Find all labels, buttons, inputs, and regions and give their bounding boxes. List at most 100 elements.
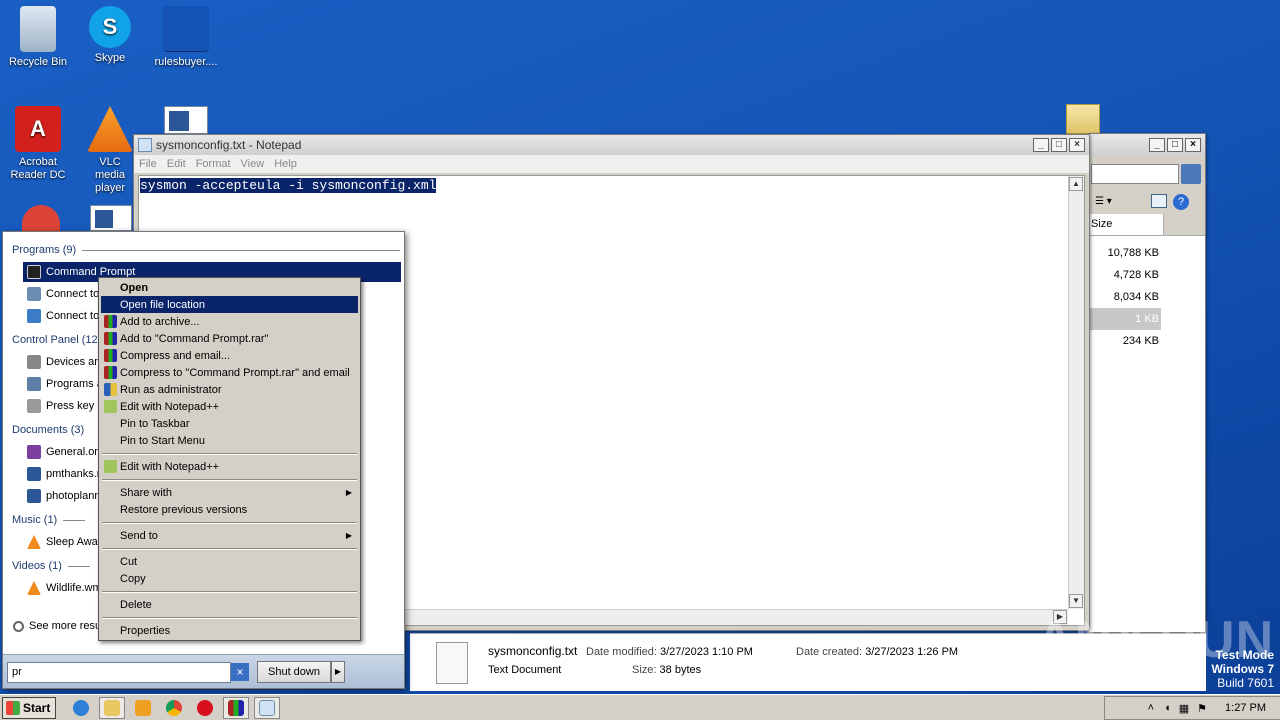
result-programs[interactable]: Programs a <box>23 374 103 394</box>
preview-pane-icon[interactable] <box>1151 194 1167 208</box>
result-document[interactable]: pmthanks.r <box>23 464 100 484</box>
network-icon[interactable]: ▦ <box>1179 702 1189 715</box>
shut-down-button[interactable]: Shut down <box>257 661 331 683</box>
tray-expand-icon[interactable]: ˄ <box>1148 702 1154 714</box>
result-label: Connect to <box>46 288 100 300</box>
result-music[interactable]: Sleep Away <box>23 532 103 552</box>
details-size-label: Size: <box>632 664 657 676</box>
scroll-down-icon[interactable]: ▼ <box>1069 594 1083 608</box>
section-header: Programs (9) <box>12 244 77 256</box>
action-center-icon[interactable]: ⚑ <box>1197 702 1207 715</box>
result-connect-to[interactable]: Connect to <box>23 306 99 326</box>
menu-item-open-file-location[interactable]: Open file location <box>101 296 358 313</box>
desktop-icon-rulesbuyer[interactable]: rulesbuyer.... <box>148 6 224 69</box>
menu-item-send-to[interactable]: Send to ▶ <box>101 527 358 544</box>
section-header: Music (1) <box>12 514 58 526</box>
start-button[interactable]: Start <box>2 696 56 719</box>
vertical-scrollbar[interactable]: ▲ ▼ <box>1068 176 1084 609</box>
desktop-icon-acrobat[interactable]: A Acrobat Reader DC <box>0 106 76 182</box>
menu-item-pin-taskbar[interactable]: Pin to Taskbar <box>101 415 358 432</box>
scroll-up-icon[interactable]: ▲ <box>1069 177 1083 191</box>
clock[interactable]: 1:27 PM <box>1225 702 1266 714</box>
menu-file[interactable]: File <box>134 158 162 170</box>
taskbar-explorer[interactable] <box>99 696 125 719</box>
search-input[interactable] <box>1091 164 1179 184</box>
menu-item-edit-notepadpp[interactable]: Edit with Notepad++ <box>101 458 358 475</box>
folder-icon[interactable] <box>1066 104 1100 134</box>
notepad-titlebar[interactable]: sysmonconfig.txt - Notepad _ □ × <box>134 135 1089 155</box>
menu-item-delete[interactable]: Delete <box>101 596 358 613</box>
system-tray: ˄ ◖ ▦ ⚑ 1:27 PM <box>1104 696 1280 720</box>
taskbar-media-player[interactable] <box>130 697 156 719</box>
desktop-icon-skype[interactable]: S Skype <box>72 6 148 65</box>
minimize-button[interactable]: _ <box>1033 138 1049 152</box>
result-label: Connect to <box>46 310 100 322</box>
menu-item-restore-versions[interactable]: Restore previous versions <box>101 501 358 518</box>
result-label: Programs a <box>46 378 103 390</box>
search-icon[interactable] <box>1181 164 1201 184</box>
menu-separator <box>102 617 357 619</box>
column-header-size[interactable]: Size <box>1089 214 1164 235</box>
volume-icon[interactable]: ◖ <box>1164 702 1171 714</box>
result-document[interactable]: General.on <box>23 442 100 462</box>
notepad-icon <box>138 138 152 152</box>
winrar-icon <box>104 315 117 328</box>
details-file-name: sysmonconfig.txt <box>488 644 578 658</box>
shut-down-arrow-icon[interactable]: ▶ <box>331 661 345 683</box>
result-document[interactable]: photoplann <box>23 486 100 506</box>
minimize-button[interactable]: _ <box>1149 138 1165 152</box>
taskbar-opera[interactable] <box>192 697 218 719</box>
result-connect-to[interactable]: Connect to <box>23 284 99 304</box>
taskbar-ie[interactable] <box>68 697 94 719</box>
maximize-button[interactable]: □ <box>1051 138 1067 152</box>
taskbar: Start ˄ ◖ ▦ ⚑ 1:27 PM <box>0 694 1280 720</box>
explorer-window[interactable]: _ □ × ☰ ▾ ? Size 10,788 KB 4,728 KB 8,03… <box>1088 133 1206 633</box>
menu-item-compress-to-rar-email[interactable]: Compress to "Command Prompt.rar" and ema… <box>101 364 358 381</box>
taskbar-chrome[interactable] <box>161 697 187 719</box>
desktop-icon-recycle-bin[interactable]: Recycle Bin <box>0 6 76 69</box>
menu-item-copy[interactable]: Copy <box>101 570 358 587</box>
menu-view[interactable]: View <box>236 158 270 170</box>
close-button[interactable]: × <box>1069 138 1085 152</box>
chrome-icon[interactable] <box>22 205 60 231</box>
result-video[interactable]: Wildlife.wm <box>23 578 102 598</box>
see-more-results-link[interactable]: See more resu <box>9 616 101 636</box>
test-mode-text: Test Mode Windows 7 Build 7601 <box>1211 648 1274 690</box>
desktop-icon-label: Acrobat Reader DC <box>10 156 66 181</box>
menu-item-compress-email[interactable]: Compress and email... <box>101 347 358 364</box>
result-label: General.on <box>46 446 101 458</box>
word-doc-icon <box>27 489 41 503</box>
network-icon <box>27 287 41 301</box>
taskbar-winrar[interactable] <box>223 696 249 719</box>
close-button[interactable]: × <box>1185 138 1201 152</box>
menu-item-add-to-rar[interactable]: Add to "Command Prompt.rar" <box>101 330 358 347</box>
view-options-icon[interactable]: ☰ ▾ <box>1095 196 1125 208</box>
start-search-input[interactable]: pr <box>7 662 231 683</box>
menu-item-edit-notepadpp[interactable]: Edit with Notepad++ <box>101 398 358 415</box>
menu-item-open[interactable]: Open <box>101 279 358 296</box>
section-header: Control Panel (128 <box>12 334 104 346</box>
result-devices[interactable]: Devices and <box>23 352 107 372</box>
menu-item-cut[interactable]: Cut <box>101 553 358 570</box>
menu-item-pin-start[interactable]: Pin to Start Menu <box>101 432 358 449</box>
maximize-button[interactable]: □ <box>1167 138 1183 152</box>
menu-edit[interactable]: Edit <box>162 158 191 170</box>
help-icon[interactable]: ? <box>1173 194 1189 210</box>
word-icon[interactable] <box>90 205 132 231</box>
text-document-icon <box>436 642 468 684</box>
os-label: Windows 7 <box>1211 662 1274 676</box>
vlc-icon <box>27 581 41 595</box>
selected-text[interactable]: sysmon -accepteula -i sysmonconfig.xml <box>140 178 437 193</box>
menu-item-share-with[interactable]: Share with ▶ <box>101 484 358 501</box>
taskbar-notepad[interactable] <box>254 696 280 719</box>
result-press-key[interactable]: Press key c <box>23 396 103 416</box>
explorer-titlebar[interactable]: _ □ × <box>1089 134 1205 156</box>
word-icon[interactable] <box>164 106 208 134</box>
menu-item-run-as-admin[interactable]: Run as administrator <box>101 381 358 398</box>
submenu-arrow-icon: ▶ <box>345 488 352 497</box>
menu-format[interactable]: Format <box>191 158 236 170</box>
clear-search-icon[interactable]: × <box>231 663 249 681</box>
menu-item-add-to-archive[interactable]: Add to archive... <box>101 313 358 330</box>
menu-help[interactable]: Help <box>269 158 302 170</box>
menu-item-properties[interactable]: Properties <box>101 622 358 639</box>
